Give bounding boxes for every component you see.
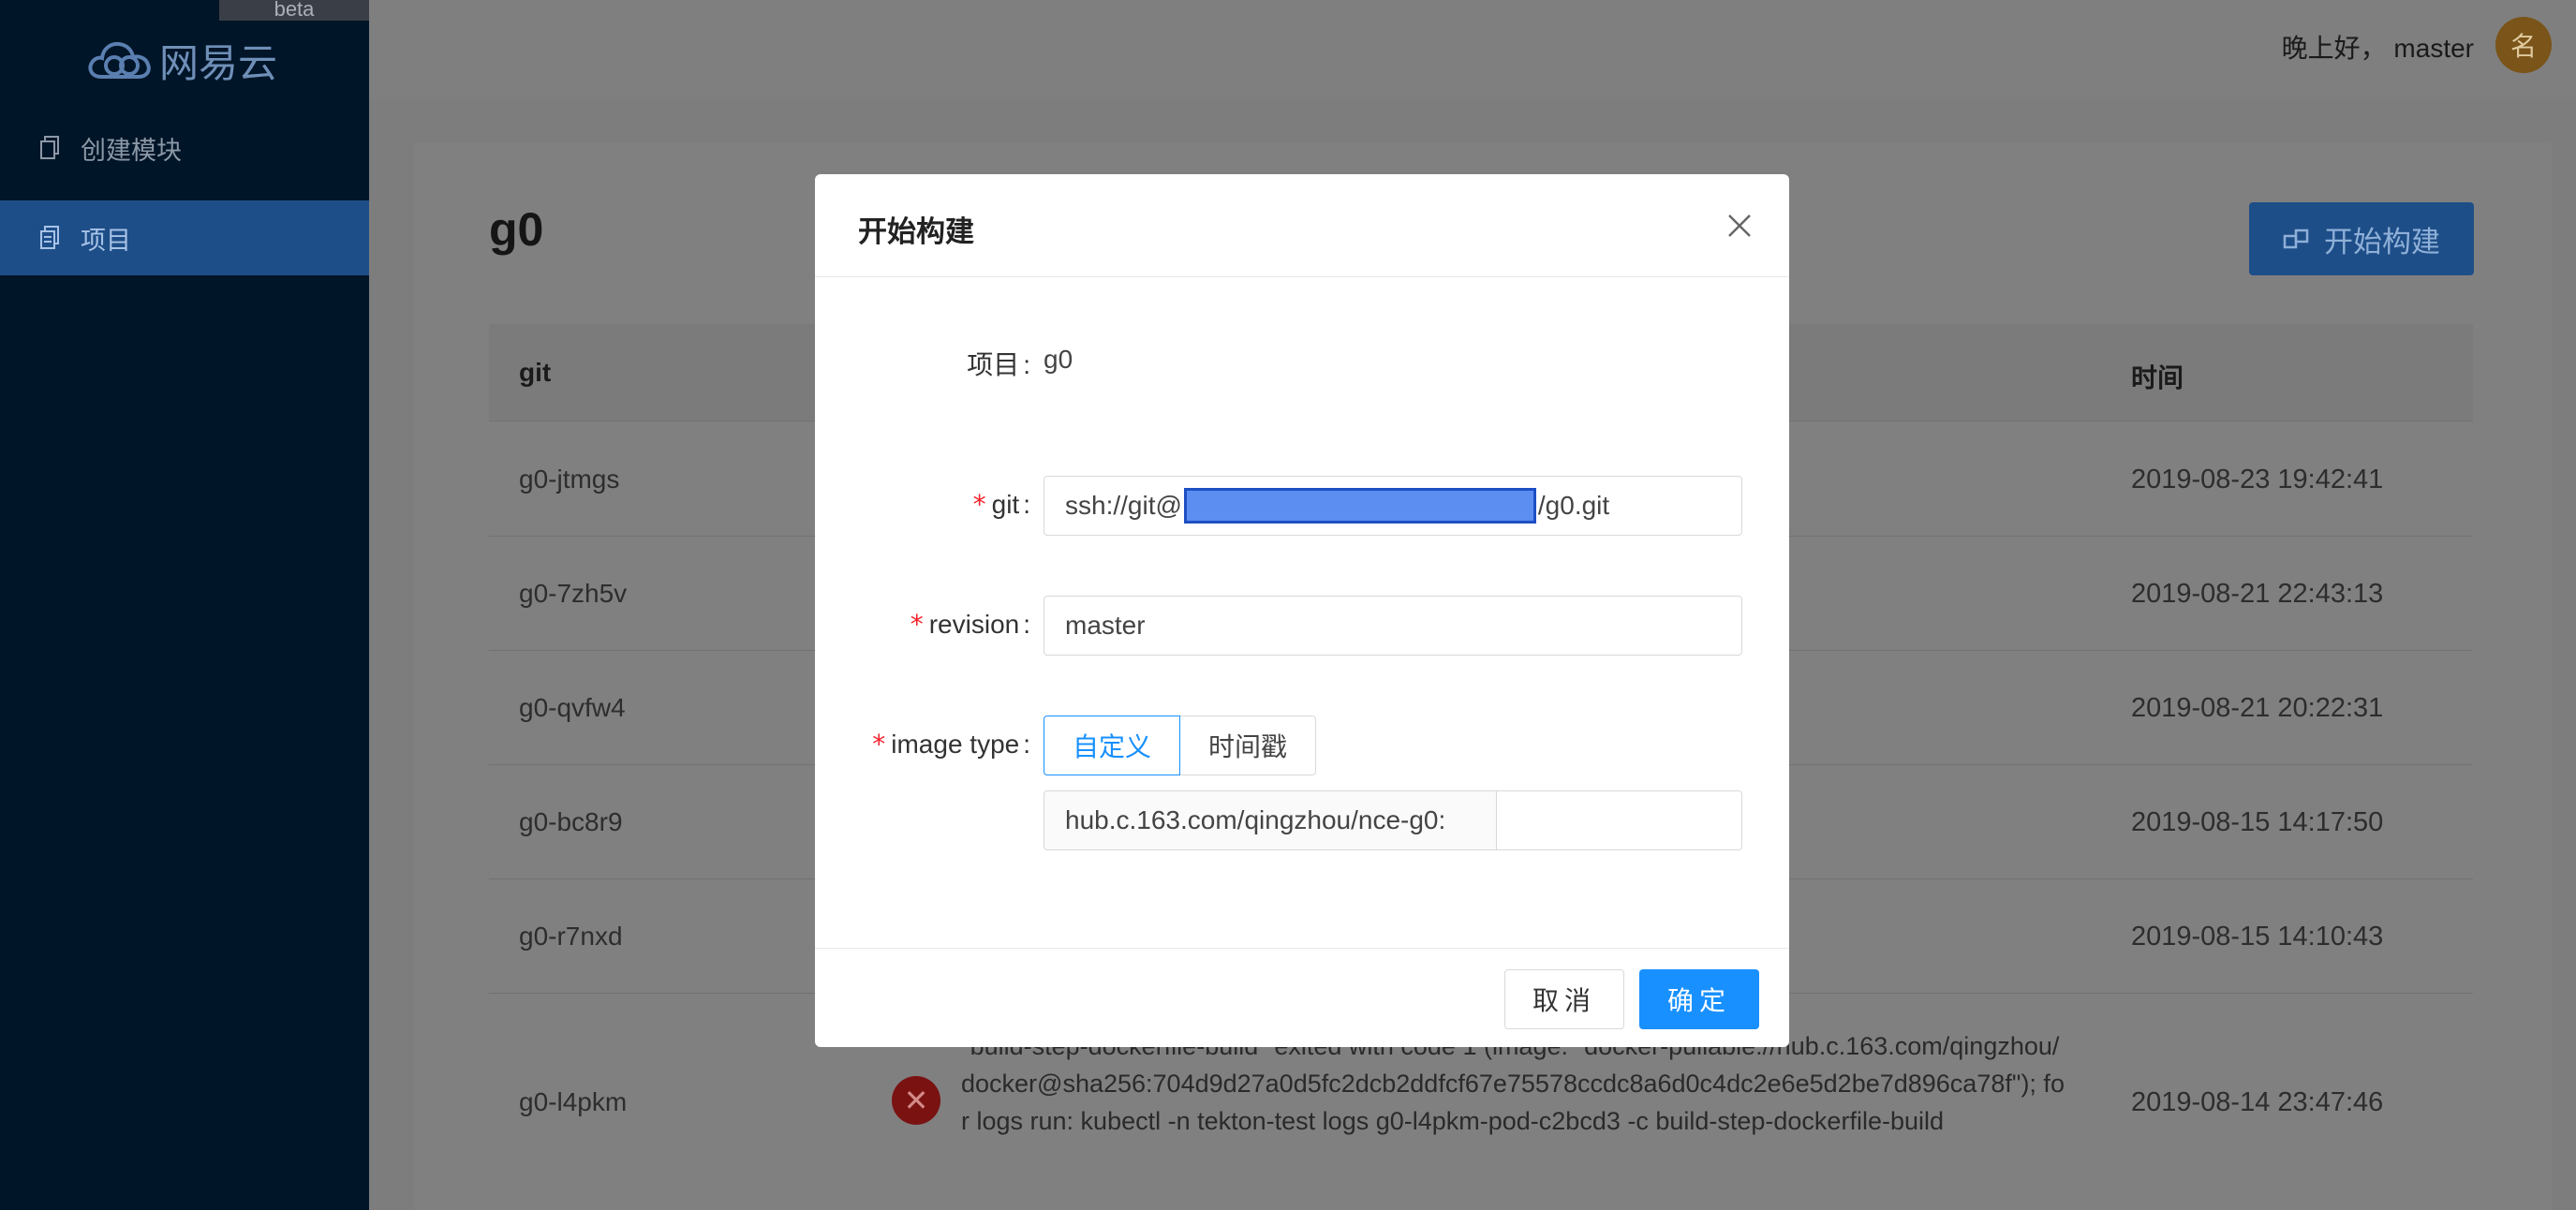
git-label: * git: (972, 489, 1030, 520)
modal-footer: 取消 确定 (815, 948, 1789, 1047)
cell-time: 2019-08-15 14:10:43 (2131, 922, 2384, 952)
top-header: 晚上好， master 名 (369, 0, 2576, 99)
cell-git: g0-7zh5v (519, 579, 628, 608)
copy-icon (40, 136, 59, 159)
cell-time: 2019-08-14 23:47:46 (2131, 1087, 2384, 1117)
image-prefix-addon: hub.c.163.com/qingzhou/nce-g0: (1044, 790, 1497, 850)
cell-git: g0-bc8r9 (519, 807, 623, 836)
image-type-radio-group: 自定义 时间戳 (1044, 716, 1317, 775)
cancel-button[interactable]: 取消 (1504, 969, 1624, 1029)
radio-timestamp[interactable]: 时间戳 (1180, 716, 1317, 775)
image-tag-input[interactable] (1497, 790, 1742, 850)
start-build-modal: 开始构建 项目: g0 * git: ssh://git@ /g0.git * re… (815, 174, 1789, 1047)
sidebar-item-label: 项目 (81, 226, 131, 255)
start-build-label: 开始构建 (2324, 225, 2440, 258)
cell-git: g0-l4pkm (519, 1087, 628, 1116)
sidebar-item-label: 创建模块 (81, 136, 182, 165)
revision-label: * revision: (910, 609, 1030, 640)
cell-time: 2019-08-15 14:17:50 (2131, 807, 2384, 837)
git-prefix-text: ssh://git@ (1065, 491, 1182, 520)
revision-input[interactable]: master (1044, 596, 1742, 656)
image-type-label: * image type: (872, 729, 1030, 760)
git-input[interactable]: ssh://git@ /g0.git (1044, 476, 1742, 536)
beta-badge: beta (219, 0, 369, 21)
modal-title: 开始构建 (858, 215, 974, 248)
git-suffix-text: /g0.git (1537, 491, 1610, 520)
greeting-text: 晚上好， master (2281, 34, 2474, 63)
document-icon (40, 226, 59, 249)
revision-value: master (1065, 611, 1146, 640)
project-label: 项目: (967, 350, 1030, 379)
cell-time: 2019-08-21 20:22:31 (2131, 693, 2384, 723)
close-icon[interactable] (1724, 210, 1755, 242)
confirm-button[interactable]: 确定 (1639, 969, 1759, 1029)
error-icon: ✕ (892, 1076, 940, 1125)
cell-time: 2019-08-23 19:42:41 (2131, 465, 2384, 494)
column-header-git: git (519, 358, 552, 387)
sidebar-item-create-module[interactable]: 创建模块 (0, 111, 369, 185)
page-title: g0 (489, 203, 544, 256)
cell-git: g0-jtmgs (519, 465, 620, 494)
start-build-button[interactable]: 开始构建 (2249, 202, 2474, 275)
build-icon (2283, 229, 2309, 249)
cell-git: g0-r7nxd (519, 922, 623, 951)
sidebar-item-projects[interactable]: 项目 (0, 200, 369, 275)
avatar[interactable]: 名 (2495, 17, 2552, 73)
modal-header: 开始构建 (815, 174, 1789, 277)
cell-time: 2019-08-21 22:43:13 (2131, 579, 2384, 609)
sidebar: beta 网易云 创建模块 项目 (0, 0, 369, 1210)
radio-custom[interactable]: 自定义 (1044, 716, 1181, 775)
cloud-logo-icon (88, 41, 151, 79)
column-header-time: 时间 (2131, 363, 2184, 392)
image-tag-field: hub.c.163.com/qingzhou/nce-g0: (1044, 790, 1742, 850)
project-value: g0 (1044, 345, 1073, 374)
logo-text: 网易云 (159, 40, 278, 85)
cell-git: g0-qvfw4 (519, 693, 626, 722)
logo[interactable]: 网易云 (86, 32, 277, 88)
redacted-selection (1183, 488, 1536, 524)
